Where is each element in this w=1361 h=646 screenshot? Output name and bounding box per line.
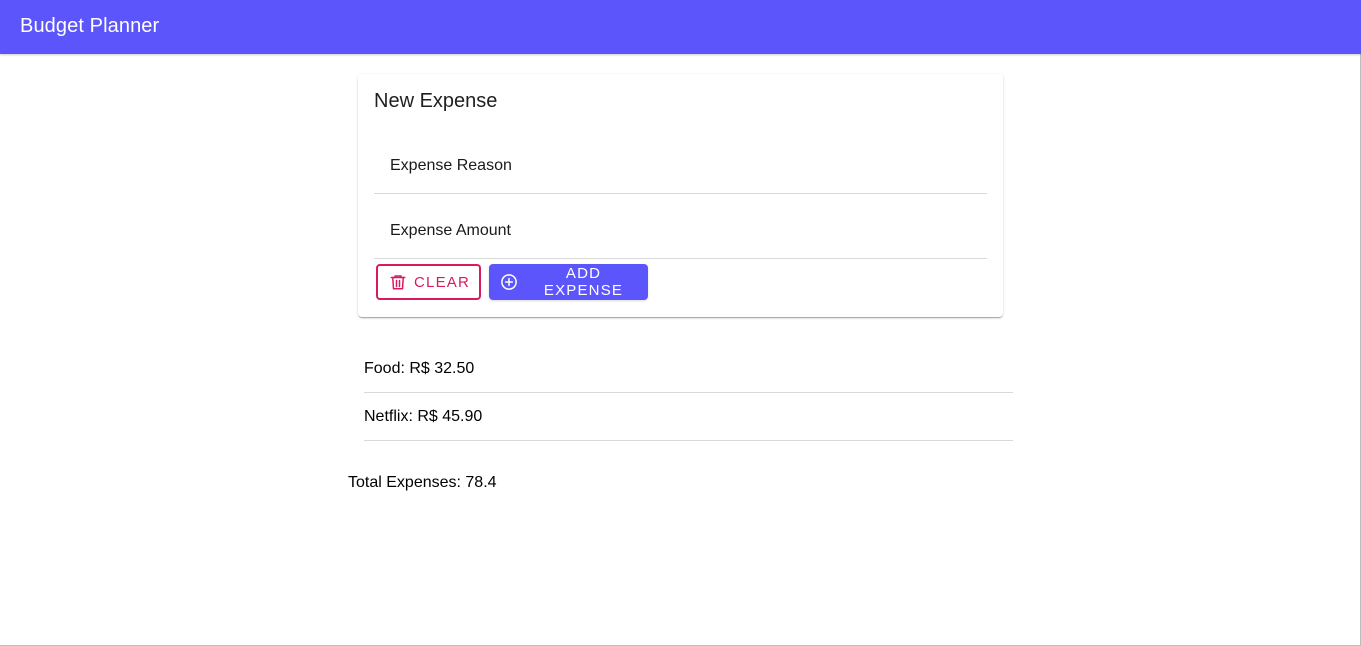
top-toolbar: Budget Planner bbox=[0, 0, 1361, 54]
app-title: Budget Planner bbox=[20, 15, 160, 37]
expense-reason-input[interactable] bbox=[374, 138, 987, 193]
add-expense-button[interactable]: Add Expense bbox=[489, 264, 648, 300]
expense-list: Food: R$ 32.50 Netflix: R$ 45.90 bbox=[364, 345, 1013, 441]
app-window: Budget Planner New Expense Clear bbox=[0, 0, 1361, 646]
clear-button[interactable]: Clear bbox=[376, 264, 481, 300]
total-expenses: Total Expenses: 78.4 bbox=[348, 474, 497, 491]
expense-amount-field[interactable] bbox=[374, 203, 987, 259]
add-circle-icon bbox=[500, 273, 518, 291]
card-title: New Expense bbox=[374, 90, 498, 112]
new-expense-card: New Expense Clear bbox=[358, 74, 1003, 317]
expense-amount-input[interactable] bbox=[374, 203, 987, 258]
list-item: Food: R$ 32.50 bbox=[364, 345, 1013, 393]
clear-button-label: Clear bbox=[414, 273, 471, 291]
add-expense-button-label: Add Expense bbox=[543, 265, 624, 299]
trash-icon bbox=[389, 273, 407, 291]
list-item: Netflix: R$ 45.90 bbox=[364, 393, 1013, 441]
expense-reason-field[interactable] bbox=[374, 138, 987, 194]
